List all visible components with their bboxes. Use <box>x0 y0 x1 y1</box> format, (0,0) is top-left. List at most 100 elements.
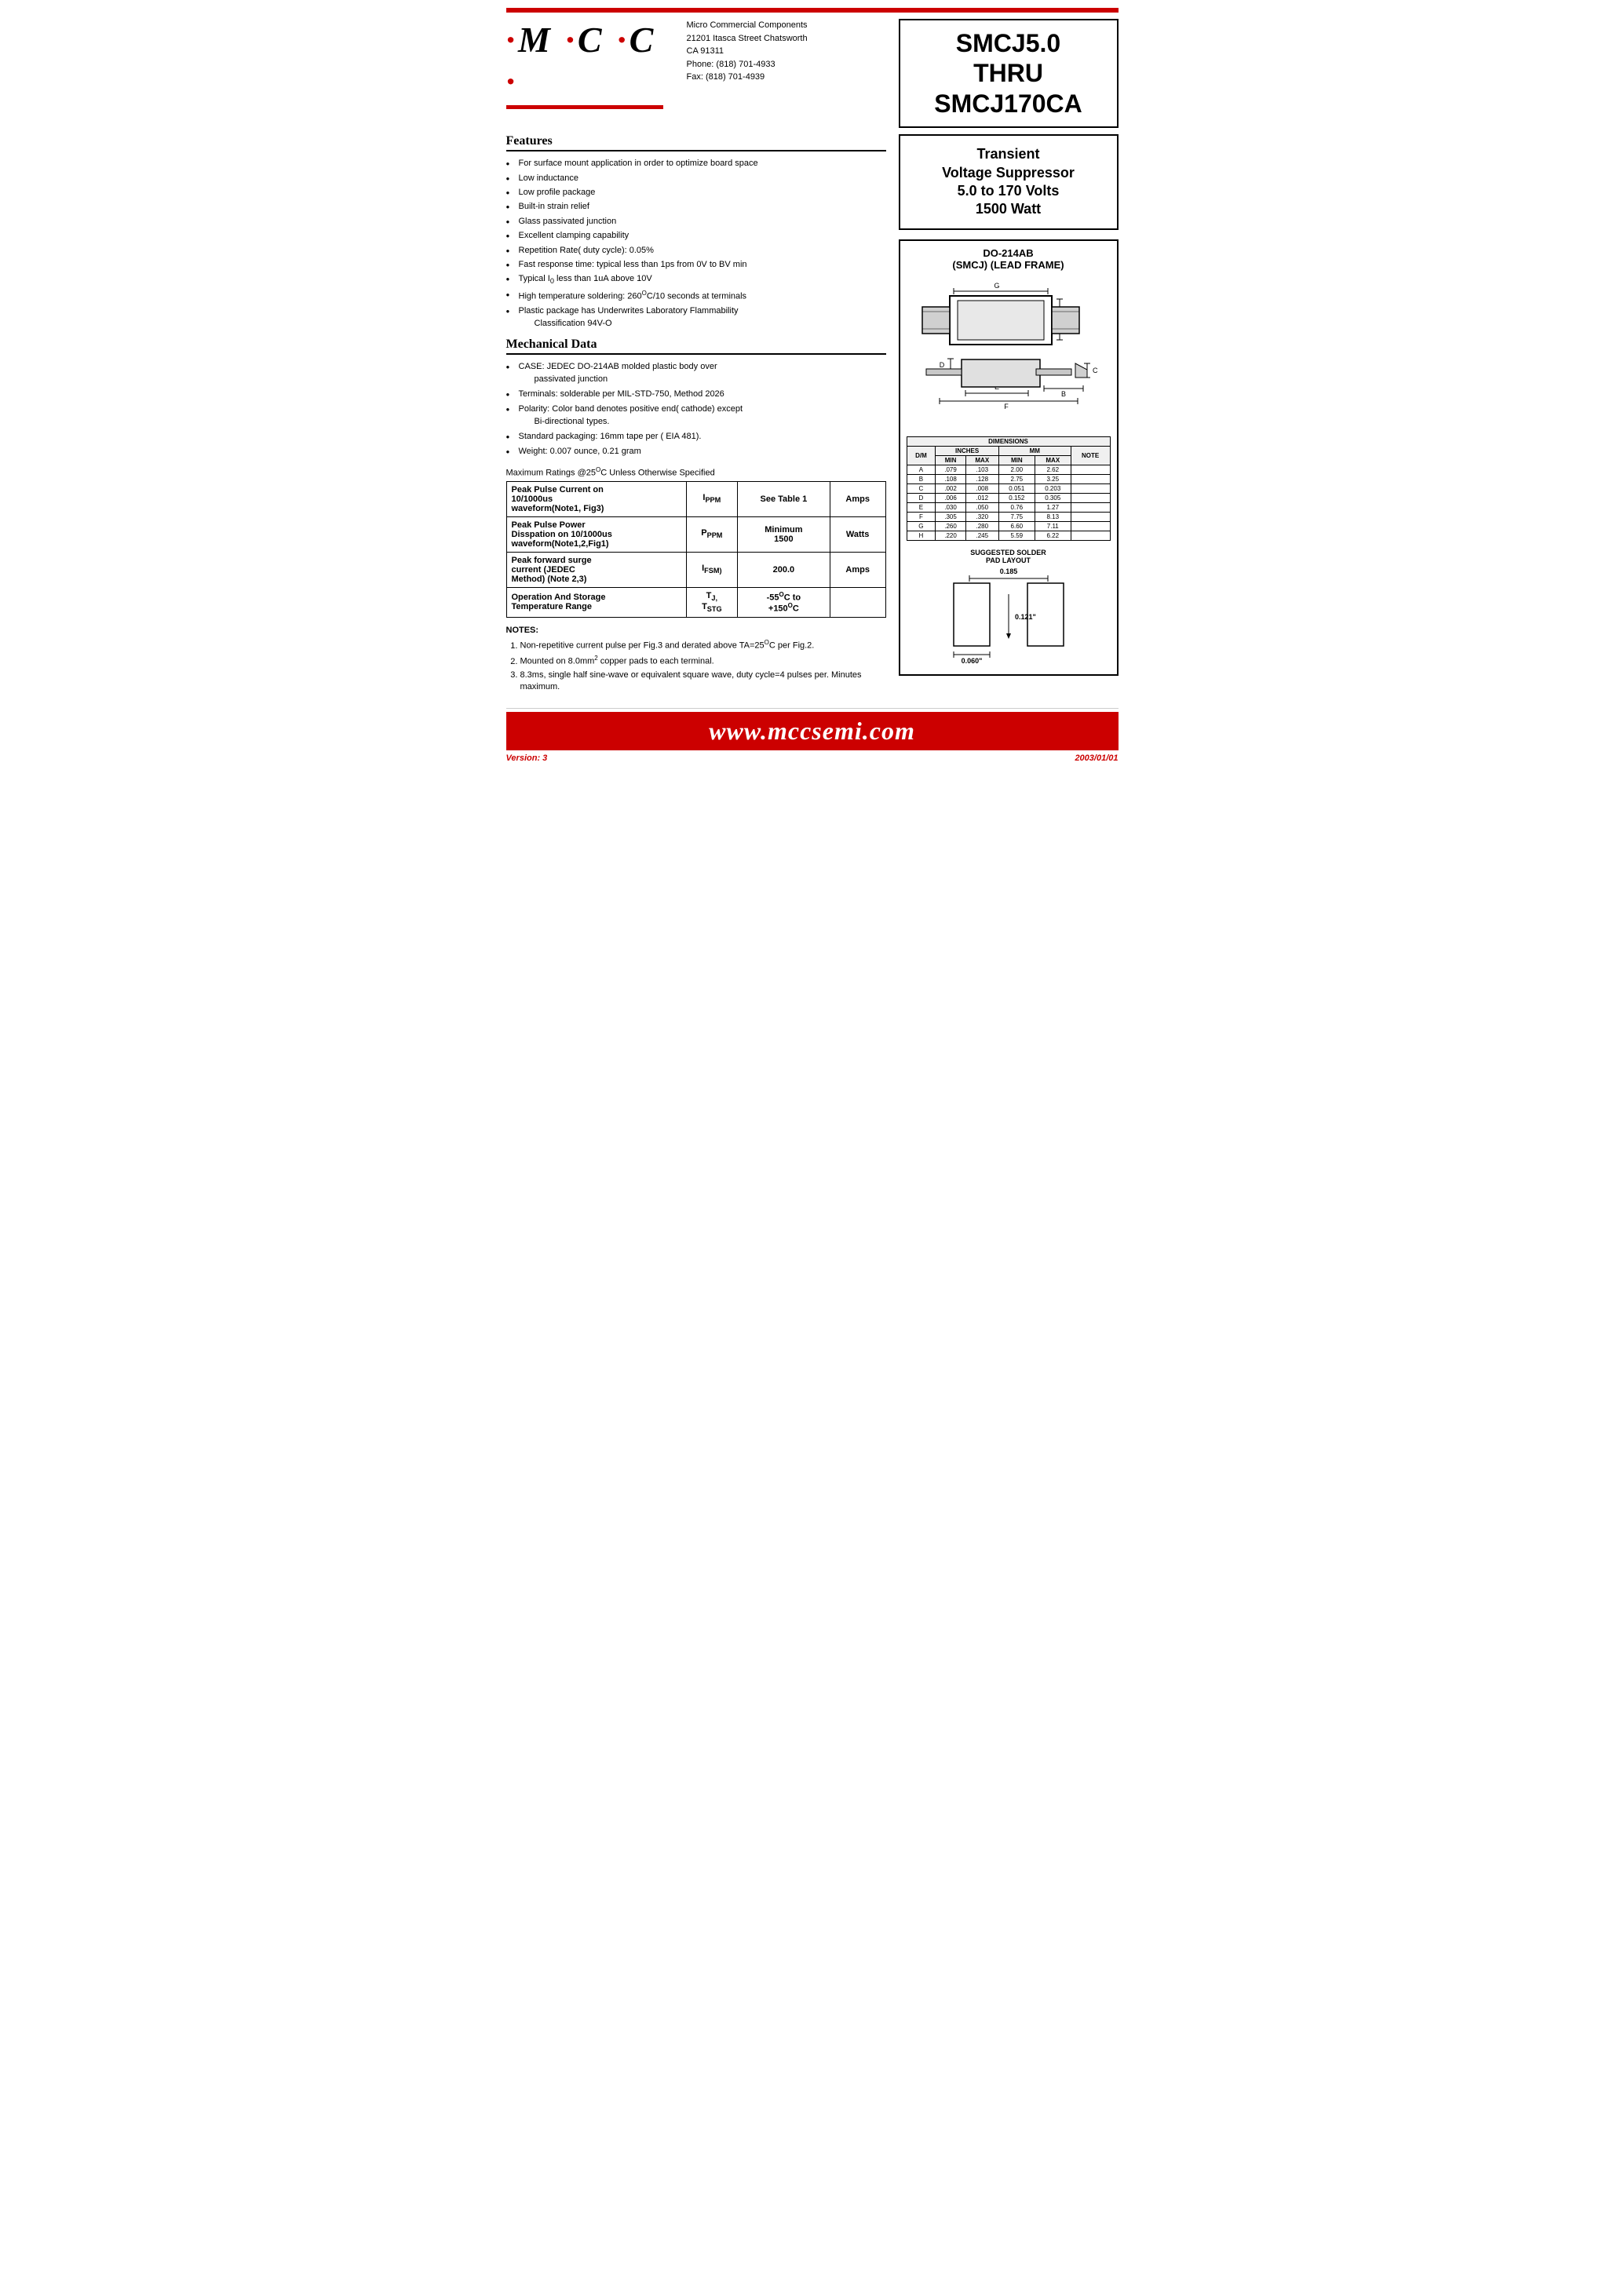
dim-cell: .008 <box>965 483 998 493</box>
dim-cell: 0.152 <box>998 493 1035 502</box>
dim-row: G.260.2806.607.11 <box>907 521 1110 531</box>
component-diagram: G H <box>907 277 1111 434</box>
max-ratings-note: Maximum Ratings @25OC Unless Otherwise S… <box>506 466 886 478</box>
rating-unit: Watts <box>830 516 885 552</box>
dim-cell: H <box>907 531 936 540</box>
feature-item: Excellent clamping capability <box>506 230 886 242</box>
mech-item: Terminals: solderable per MIL-STD-750, M… <box>506 389 886 400</box>
solder-pad-section: SUGGESTED SOLDERPAD LAYOUT 0.185 <box>907 549 1111 668</box>
feature-item: Built-in strain relief <box>506 201 886 213</box>
dim-cell: A <box>907 465 936 474</box>
dimensions-table: DIMENSIONS D/M INCHES MM NOTE MIN MAX MI… <box>907 436 1111 541</box>
ratings-table: Peak Pulse Current on10/1000uswaveform(N… <box>506 481 886 618</box>
note-item: Mounted on 8.0mm2 copper pads to each te… <box>520 654 886 668</box>
dim-cell: 3.25 <box>1035 474 1071 483</box>
feature-item: Low inductance <box>506 173 886 184</box>
dim-cell: 5.59 <box>998 531 1035 540</box>
dim-cell: .260 <box>936 521 965 531</box>
rating-value: See Table 1 <box>737 481 830 516</box>
mech-item: Weight: 0.007 ounce, 0.21 gram <box>506 446 886 458</box>
solder-pad-title: SUGGESTED SOLDERPAD LAYOUT <box>907 549 1111 564</box>
company-info: Micro Commercial Components 21201 Itasca… <box>679 19 899 84</box>
solder-pad-diagram: 0.185 0.121" 0.060" <box>930 564 1087 666</box>
rating-value: Minimum1500 <box>737 516 830 552</box>
notes-list: Non-repetitive current pulse per Fig.3 a… <box>506 638 886 694</box>
company-address2: CA 91311 <box>687 45 899 58</box>
company-phone: Phone: (818) 701-4933 <box>687 58 899 71</box>
dim-cell: .079 <box>936 465 965 474</box>
mechanical-list: CASE: JEDEC DO-214AB molded plastic body… <box>506 361 886 458</box>
dim-row: E.030.0500.761.27 <box>907 502 1110 512</box>
logo-red-bar <box>506 105 663 109</box>
features-list: For surface mount application in order t… <box>506 158 886 330</box>
package-title: DO-214AB (SMCJ) (LEAD FRAME) <box>907 247 1111 271</box>
part-number: SMCJ5.0THRUSMCJ170CA <box>934 29 1082 118</box>
left-column: Features For surface mount application i… <box>506 134 886 695</box>
logo-dot2: · <box>565 20 578 60</box>
dim-min-mm: MIN <box>998 455 1035 465</box>
dim-cell: .245 <box>965 531 998 540</box>
website-bar: www.mccsemi.com <box>506 712 1119 750</box>
dim-cell: 0.305 <box>1035 493 1071 502</box>
company-fax: Fax: (818) 701-4939 <box>687 71 899 84</box>
dim-cell: .305 <box>936 512 965 521</box>
version-text: Version: 3 <box>506 753 548 763</box>
feature-item: Low profile package <box>506 187 886 199</box>
rating-desc: Operation And StorageTemperature Range <box>506 587 686 617</box>
dim-cell: .280 <box>965 521 998 531</box>
dim-col-mm: MM <box>998 446 1071 455</box>
notes-title: NOTES: <box>506 626 886 635</box>
table-row: Peak forward surgecurrent (JEDECMethod) … <box>506 552 885 587</box>
rating-desc: Peak forward surgecurrent (JEDECMethod) … <box>506 552 686 587</box>
dim-cell: F <box>907 512 936 521</box>
company-address1: 21201 Itasca Street Chatsworth <box>687 32 899 46</box>
transient-box: TransientVoltage Suppressor5.0 to 170 Vo… <box>899 134 1119 230</box>
dim-cell <box>1071 531 1110 540</box>
company-name: Micro Commercial Components <box>687 19 899 32</box>
dim-col-inches: INCHES <box>936 446 999 455</box>
dim-cell: .103 <box>965 465 998 474</box>
dim-cell: 7.11 <box>1035 521 1071 531</box>
dim-row: C.002.0080.0510.203 <box>907 483 1110 493</box>
dim-cell <box>1071 521 1110 531</box>
dim-cell: 6.60 <box>998 521 1035 531</box>
table-row: Operation And StorageTemperature Range T… <box>506 587 885 617</box>
dim-max: MAX <box>965 455 998 465</box>
dim-cell: 2.62 <box>1035 465 1071 474</box>
dim-col-note: NOTE <box>1071 446 1110 465</box>
transient-title: TransientVoltage Suppressor5.0 to 170 Vo… <box>942 146 1075 217</box>
rating-unit <box>830 587 885 617</box>
dim-row: A.079.1032.002.62 <box>907 465 1110 474</box>
rating-symbol: IFSM) <box>686 552 737 587</box>
mech-item: Polarity: Color band denotes positive en… <box>506 403 886 428</box>
website-url: www.mccsemi.com <box>709 717 915 745</box>
feature-item: Fast response time: typical less than 1p… <box>506 259 886 271</box>
feature-item: For surface mount application in order t… <box>506 158 886 170</box>
dim-cell: .108 <box>936 474 965 483</box>
mechanical-header: Mechanical Data <box>506 338 886 355</box>
features-header: Features <box>506 134 886 151</box>
dim-cell: B <box>907 474 936 483</box>
footer-line: Version: 3 2003/01/01 <box>506 750 1119 766</box>
rating-unit: Amps <box>830 552 885 587</box>
feature-item: High temperature soldering: 260OC/10 sec… <box>506 289 886 303</box>
part-number-box: SMCJ5.0THRUSMCJ170CA <box>899 19 1119 128</box>
dim-cell <box>1071 502 1110 512</box>
logo-dot1: · <box>506 20 519 60</box>
dim-cell <box>1071 493 1110 502</box>
svg-text:D: D <box>939 361 944 369</box>
svg-text:0.121": 0.121" <box>1015 613 1036 621</box>
dim-cell <box>1071 512 1110 521</box>
dim-cell: 1.27 <box>1035 502 1071 512</box>
dim-cell: 0.051 <box>998 483 1035 493</box>
dim-cell <box>1071 483 1110 493</box>
dim-cell: 6.22 <box>1035 531 1071 540</box>
svg-text:C: C <box>1093 367 1098 374</box>
right-column: TransientVoltage Suppressor5.0 to 170 Vo… <box>899 134 1119 695</box>
mech-item: Standard packaging: 16mm tape per ( EIA … <box>506 431 886 443</box>
dim-max-mm: MAX <box>1035 455 1071 465</box>
dim-cell: E <box>907 502 936 512</box>
rating-symbol: PPPM <box>686 516 737 552</box>
mech-item: CASE: JEDEC DO-214AB molded plastic body… <box>506 361 886 385</box>
table-row: Peak Pulse Current on10/1000uswaveform(N… <box>506 481 885 516</box>
